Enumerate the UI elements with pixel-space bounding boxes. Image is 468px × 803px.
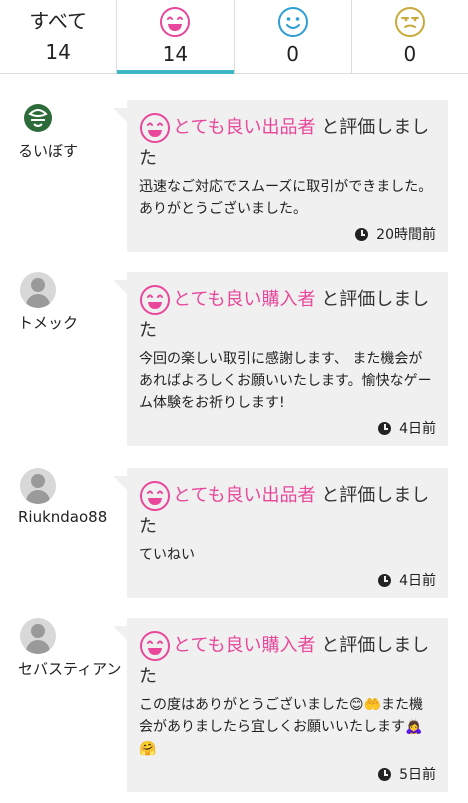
review-comment: ていねい [139, 547, 195, 563]
review-bubble: とても良い購入者 と評価しました 今回の楽しい取引に感謝します、 また機会があれ… [113, 272, 448, 446]
time-text: 5日前 [399, 767, 436, 783]
reviewer[interactable]: るいぼす [18, 100, 108, 161]
avatar[interactable] [20, 100, 56, 136]
rating-text: とても良い購入者 [173, 635, 316, 656]
smile-pink-icon [160, 7, 191, 37]
review-time: 5日前 [139, 764, 436, 784]
review-time: 4日前 [139, 418, 436, 438]
smile-blue-icon [277, 7, 308, 37]
tab-bad-count: 0 [403, 42, 417, 66]
rating-suffix: と評価しまし [315, 635, 430, 656]
rating-suffix: と評価しまし [315, 117, 430, 138]
reviewer-name[interactable]: セバスティアン [18, 658, 122, 679]
time-text: 4日前 [399, 421, 436, 437]
tab-all-label: すべて [29, 9, 88, 33]
avatar[interactable] [20, 272, 56, 308]
review-time: 4日前 [139, 570, 436, 590]
smile-pink-icon [140, 481, 170, 511]
rating-line: とても良い出品者 と評価しました [139, 112, 436, 174]
tab-all[interactable]: すべて 14 [0, 0, 118, 73]
smile-pink-icon [140, 285, 170, 315]
clock-icon [378, 574, 392, 587]
rating-text: とても良い購入者 [173, 289, 316, 310]
tab-bad[interactable]: 0 [352, 0, 468, 73]
time-text: 20時間前 [376, 227, 436, 243]
rating-suffix: と評価しまし [315, 289, 430, 310]
tab-good-count: 14 [162, 42, 189, 66]
avatar[interactable] [20, 618, 56, 654]
rating-line: とても良い出品者 と評価しました [139, 480, 436, 542]
reviewer-name[interactable]: トメック [18, 312, 108, 333]
meh-yellow-icon [394, 7, 425, 37]
reviewer-name[interactable]: るいぼす [18, 140, 108, 161]
review-comment: この度はありがとうございました😊🤲また機会がありましたら宜しくお願いいたします🙇… [139, 697, 424, 757]
time-text: 4日前 [399, 573, 436, 589]
user-logo-icon [24, 104, 52, 132]
rating-text: とても良い出品者 [173, 117, 316, 138]
review-comment: 迅速なご対応でスムーズに取引ができました。ありがとうございました。 [139, 179, 433, 217]
reviewer[interactable]: セバスティアン [18, 618, 122, 679]
clock-icon [378, 768, 392, 781]
tab-all-count: 14 [45, 40, 71, 64]
review-bubble: とても良い購入者 と評価しました この度はありがとうございました😊🤲また機会があ… [113, 618, 448, 792]
reviewer[interactable]: トメック [18, 272, 108, 333]
review-comment: 今回の楽しい取引に感謝します、 また機会があればよろしくお願いいたします。愉快な… [139, 351, 432, 411]
list-item: トメック とても良い購入者 と評価しました 今回の楽しい取引に感謝します、 また… [0, 272, 468, 457]
review-time: 20時間前 [139, 224, 436, 244]
rating-suffix-2: た [139, 148, 157, 169]
reviewer-name[interactable]: Riukndao88 [18, 508, 108, 526]
smile-pink-icon [140, 631, 170, 661]
review-bubble: とても良い出品者 と評価しました ていねい 4日前 [113, 468, 448, 598]
rating-suffix-2: た [139, 666, 157, 687]
rating-suffix-2: た [139, 516, 157, 537]
rating-tabs: すべて 14 14 0 0 [0, 0, 468, 74]
review-bubble: とても良い出品者 と評価しました 迅速なご対応でスムーズに取引ができました。あり… [113, 100, 448, 252]
rating-suffix-2: た [139, 320, 157, 341]
rating-line: とても良い購入者 と評価しました [139, 630, 436, 692]
smile-pink-icon [140, 113, 170, 143]
tab-normal[interactable]: 0 [235, 0, 352, 73]
list-item: セバスティアン とても良い購入者 と評価しました この度はありがとうございました… [0, 618, 468, 803]
reviewer[interactable]: Riukndao88 [18, 468, 108, 526]
list-item: るいぼす とても良い出品者 と評価しました 迅速なご対応でスムーズに取引ができま… [0, 100, 468, 285]
avatar[interactable] [20, 468, 56, 504]
clock-icon [355, 228, 369, 241]
tab-normal-count: 0 [286, 42, 299, 66]
rating-text: とても良い出品者 [173, 485, 316, 506]
rating-suffix: と評価しまし [315, 485, 430, 506]
rating-line: とても良い購入者 と評価しました [139, 284, 436, 346]
clock-icon [378, 422, 392, 435]
tab-good[interactable]: 14 [117, 0, 235, 74]
